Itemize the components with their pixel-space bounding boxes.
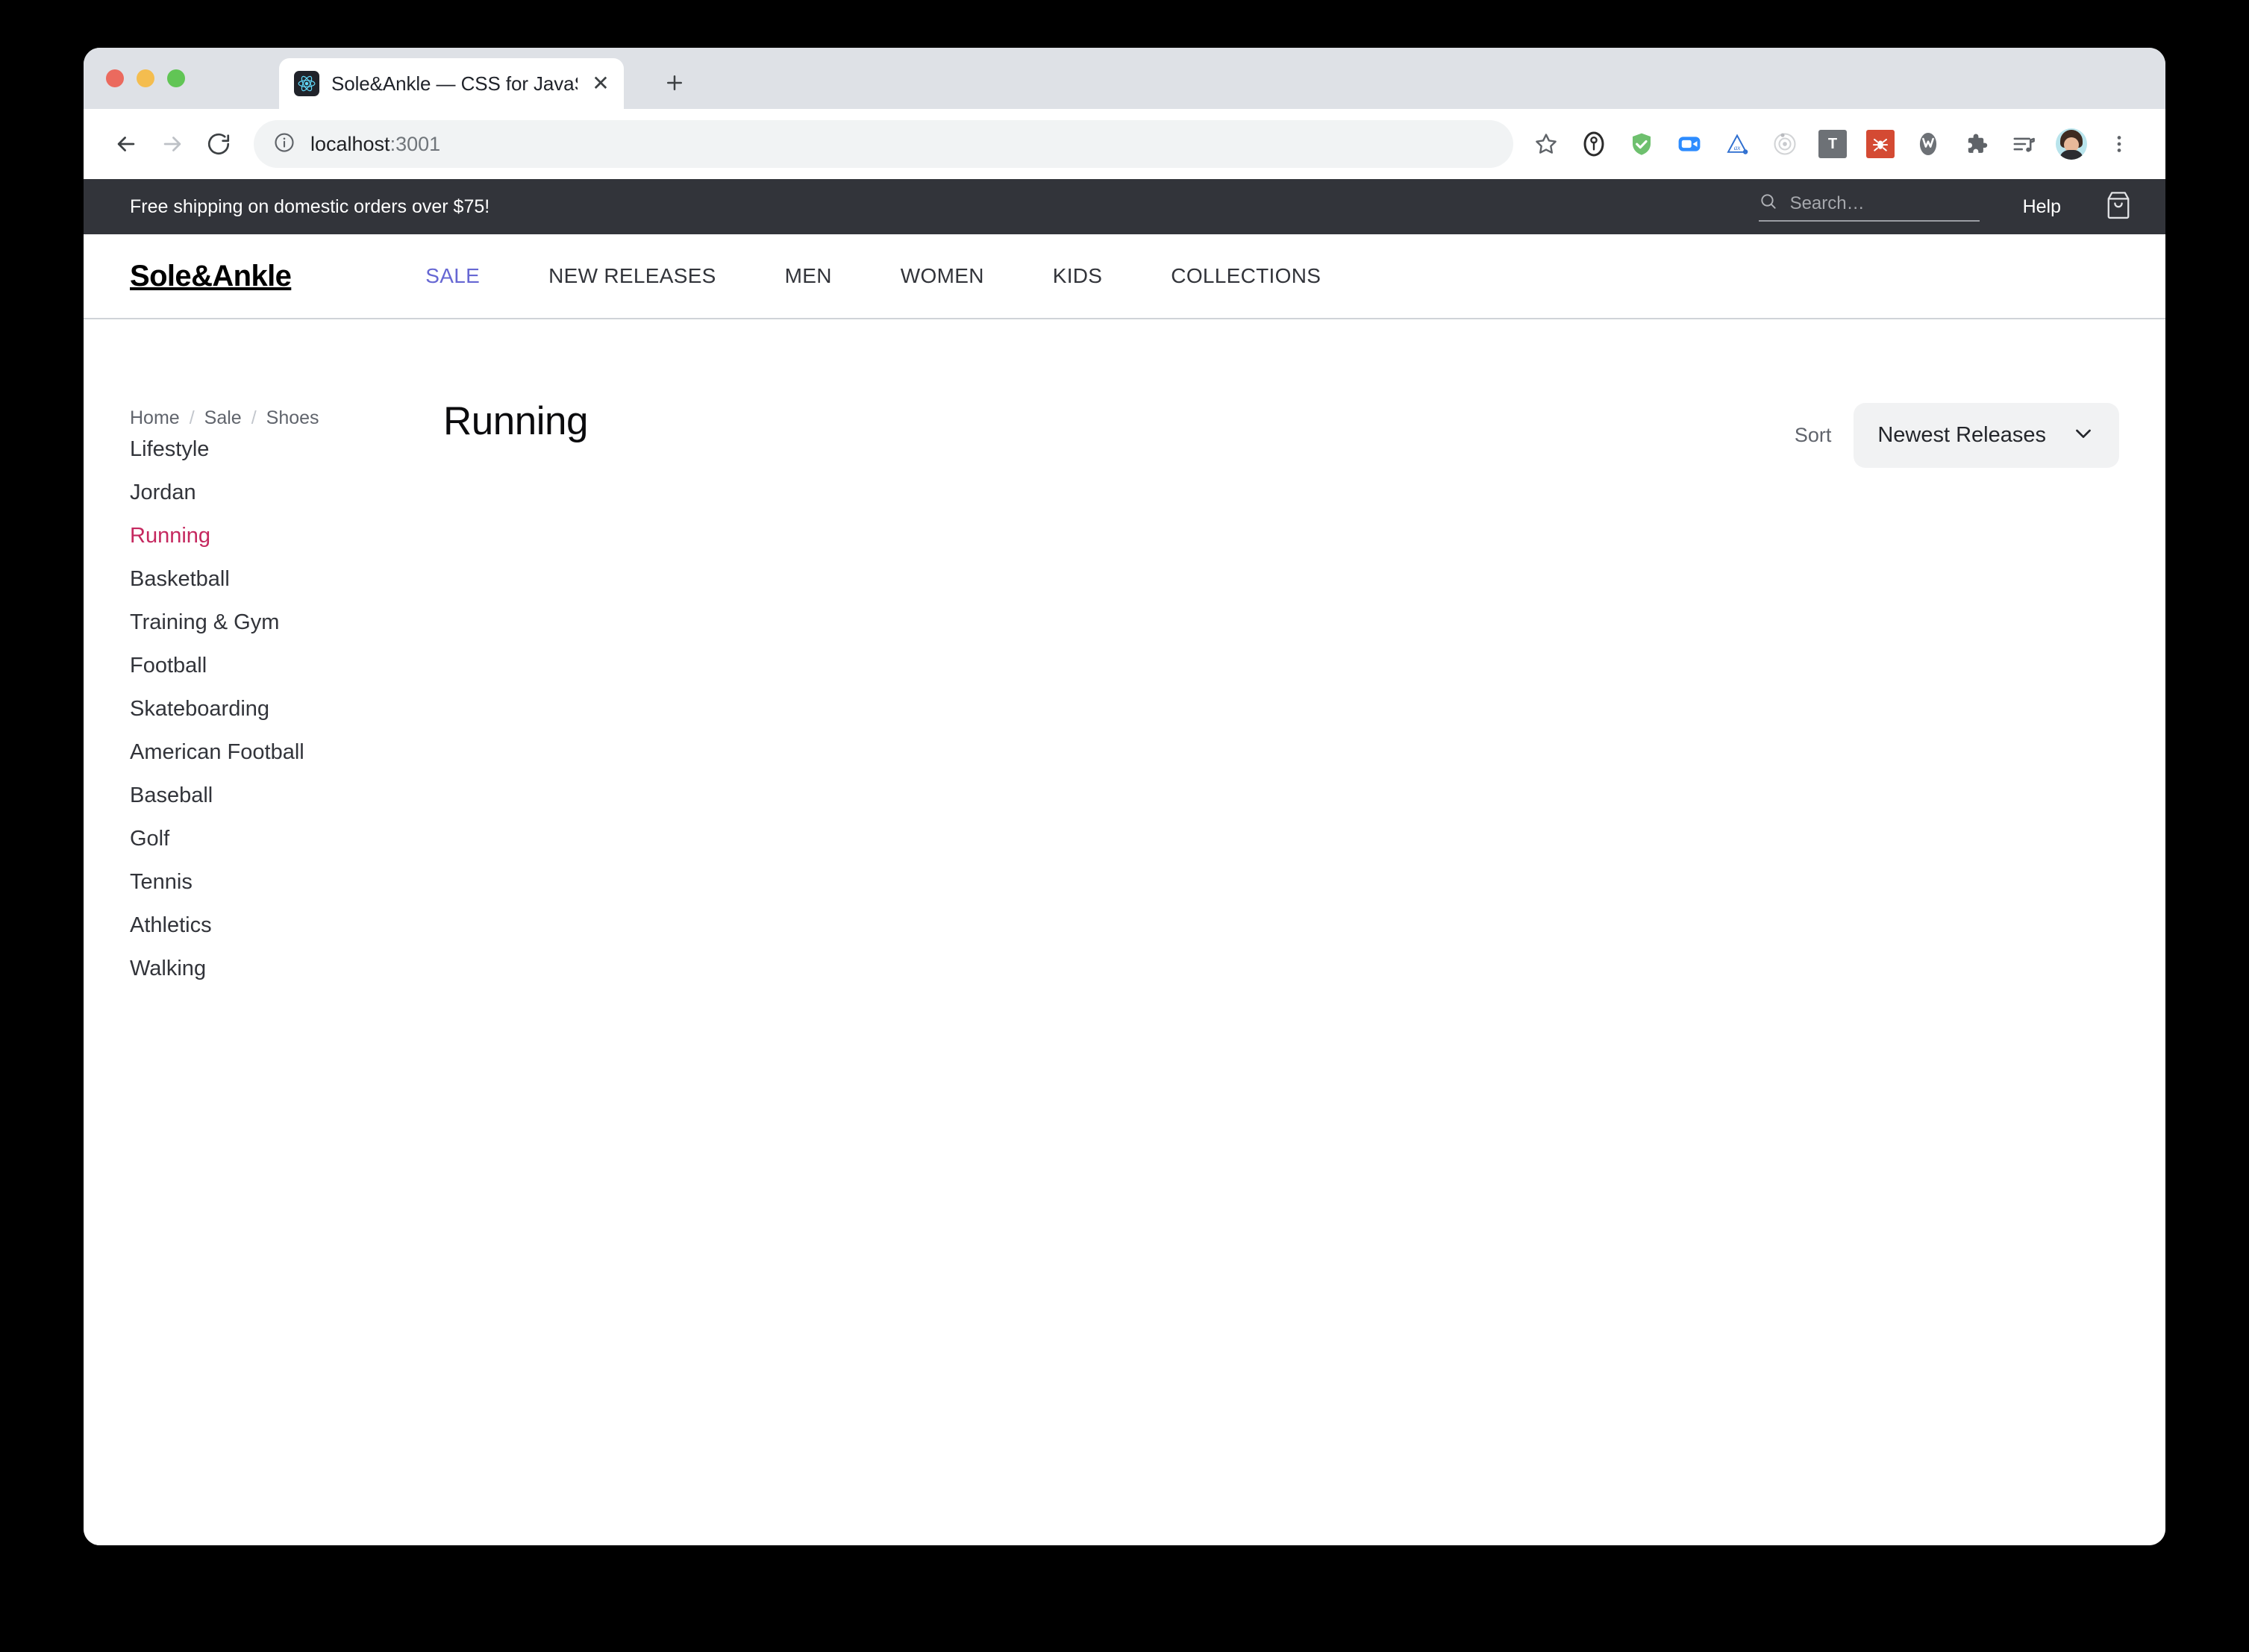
bookmark-star-icon[interactable] (1522, 120, 1570, 168)
sidebar-item-lifestyle[interactable]: Lifestyle (130, 437, 209, 461)
promo-superheader: Free shipping on domestic orders over $7… (84, 179, 2165, 234)
nav-link-new-releases[interactable]: NEW RELEASES (548, 264, 716, 288)
url-text: localhost:3001 (310, 133, 440, 156)
browser-window: Sole&Ankle — CSS for JavaScr ✕ localhost… (84, 48, 2165, 1545)
site-info-icon[interactable] (273, 131, 295, 157)
site-logo[interactable]: Sole&Ankle (130, 260, 292, 293)
sidebar-item-american-football[interactable]: American Football (130, 740, 304, 764)
sidebar-item-golf[interactable]: Golf (130, 827, 169, 851)
promo-message: Free shipping on domestic orders over $7… (130, 195, 490, 217)
sidebar-item-walking[interactable]: Walking (130, 957, 206, 980)
sidebar-item-athletics[interactable]: Athletics (130, 913, 212, 937)
sidebar-item-football[interactable]: Football (130, 654, 207, 678)
extensions-puzzle-icon[interactable] (1952, 120, 2000, 168)
sort-control: Sort Newest Releases (1795, 394, 2119, 468)
browser-toolbar: localhost:3001 ax T (84, 109, 2165, 179)
sort-selected-value: Newest Releases (1877, 423, 2046, 447)
chrome-menu-icon[interactable] (2095, 120, 2143, 168)
sort-select[interactable]: Newest Releases (1854, 403, 2119, 468)
window-traffic-lights (106, 69, 185, 87)
category-sidebar: Lifestyle Jordan Running Basketball Trai… (130, 319, 443, 1545)
sidebar-item-jordan[interactable]: Jordan (130, 481, 196, 504)
chevron-down-icon (2071, 422, 2095, 449)
one-password-icon[interactable] (1570, 120, 1618, 168)
list-item: Football (130, 654, 443, 678)
url-host: localhost (310, 132, 390, 155)
breadcrumb-separator: / (251, 407, 257, 428)
address-bar[interactable]: localhost:3001 (254, 120, 1513, 168)
page-viewport: Free shipping on domestic orders over $7… (84, 179, 2165, 1545)
back-button[interactable] (103, 121, 149, 167)
bugherd-icon[interactable] (1857, 120, 1904, 168)
zoom-video-icon[interactable] (1665, 120, 1713, 168)
react-logo-icon (294, 71, 319, 96)
sidebar-item-training-and-gym[interactable]: Training & Gym (130, 610, 279, 634)
list-item: American Football (130, 740, 443, 765)
list-item: Athletics (130, 913, 443, 938)
svg-text:ax: ax (1734, 145, 1742, 152)
nav-link-kids[interactable]: KIDS (1053, 264, 1103, 288)
reload-button[interactable] (196, 121, 242, 167)
close-tab-button[interactable]: ✕ (589, 72, 612, 95)
list-item: Baseball (130, 783, 443, 808)
superheader-actions: Help (1758, 190, 2133, 224)
nav-link-women[interactable]: WOMEN (901, 264, 984, 288)
nav-link-men[interactable]: MEN (785, 264, 832, 288)
toolbar-icon-group: ax T (1522, 120, 2143, 168)
list-item: Walking (130, 957, 443, 981)
vivaldi-shield-icon[interactable] (1618, 120, 1665, 168)
help-link[interactable]: Help (2023, 196, 2061, 218)
sidebar-item-tennis[interactable]: Tennis (130, 870, 193, 894)
site-header: Sole&Ankle SALE NEW RELEASES MEN WOMEN K… (84, 234, 2165, 319)
list-item: Golf (130, 827, 443, 851)
list-item: Skateboarding (130, 697, 443, 722)
sidebar-item-basketball[interactable]: Basketball (130, 567, 230, 591)
search-icon (1759, 192, 1778, 215)
reading-list-icon[interactable] (2000, 120, 2048, 168)
browser-tab[interactable]: Sole&Ankle — CSS for JavaScr ✕ (279, 58, 624, 109)
wappalyzer-icon[interactable] (1904, 120, 1952, 168)
orbit-icon[interactable] (1761, 120, 1809, 168)
tab-title: Sole&Ankle — CSS for JavaScr (331, 72, 578, 95)
breadcrumb-separator: / (189, 407, 195, 428)
mathpix-icon[interactable]: ax (1713, 120, 1761, 168)
list-item: Training & Gym (130, 610, 443, 635)
list-item: Running (130, 524, 443, 548)
new-tab-button[interactable] (658, 66, 691, 99)
breadcrumb-item-shoes[interactable]: Shoes (266, 407, 319, 429)
main-body: Home / Sale / Shoes Lifestyle Jordan Run… (84, 319, 2165, 1545)
list-item: Basketball (130, 567, 443, 592)
minimize-window-button[interactable] (137, 69, 154, 87)
search-input[interactable] (1789, 193, 1980, 214)
profile-avatar[interactable] (2048, 120, 2095, 168)
close-window-button[interactable] (106, 69, 124, 87)
sidebar-item-baseball[interactable]: Baseball (130, 783, 213, 807)
list-item: Jordan (130, 481, 443, 505)
breadcrumb-item-sale[interactable]: Sale (204, 407, 242, 429)
shopping-bag-icon[interactable] (2104, 190, 2133, 224)
sort-label: Sort (1794, 424, 1832, 446)
breadcrumb-item-home[interactable]: Home (130, 407, 180, 429)
nav-link-sale[interactable]: SALE (425, 264, 480, 288)
maximize-window-button[interactable] (167, 69, 185, 87)
todoist-icon[interactable]: T (1809, 120, 1857, 168)
sidebar-item-skateboarding[interactable]: Skateboarding (130, 697, 269, 721)
content-header: Running Sort Newest Releases (443, 394, 2119, 468)
list-item: Lifestyle (130, 437, 443, 462)
url-port: :3001 (390, 132, 441, 155)
main-navigation: SALE NEW RELEASES MEN WOMEN KIDS COLLECT… (425, 264, 1321, 288)
forward-button[interactable] (149, 121, 196, 167)
browser-titlebar: Sole&Ankle — CSS for JavaScr ✕ (84, 48, 2165, 109)
category-filter-list: Lifestyle Jordan Running Basketball Trai… (130, 437, 443, 981)
search-field[interactable] (1758, 192, 1980, 222)
breadcrumb: Home / Sale / Shoes (130, 407, 319, 429)
nav-link-collections[interactable]: COLLECTIONS (1171, 264, 1321, 288)
product-content-area: Running Sort Newest Releases (443, 319, 2119, 1545)
list-item: Tennis (130, 870, 443, 895)
page-title: Running (443, 399, 588, 443)
sidebar-item-running[interactable]: Running (130, 524, 210, 548)
